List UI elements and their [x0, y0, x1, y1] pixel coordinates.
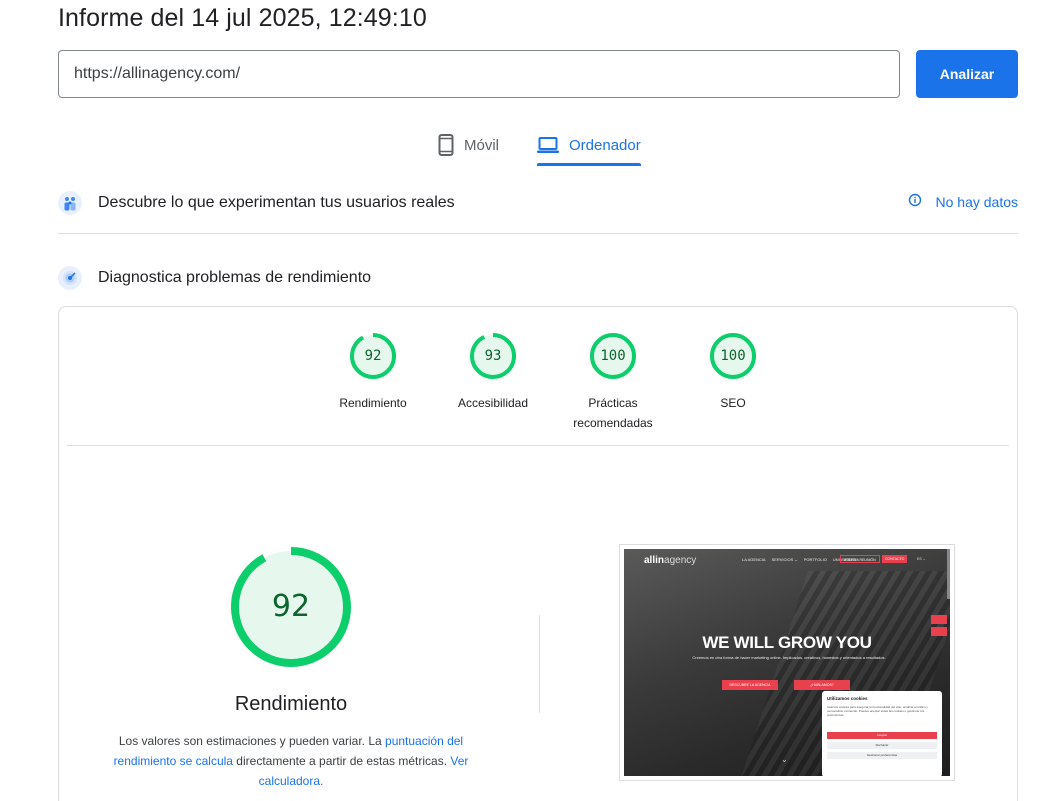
page-title: Informe del 14 jul 2025, 12:49:10 [58, 4, 427, 32]
performance-gauge: 92 [231, 547, 351, 667]
gauge-best-practices[interactable]: 100 Prácticas recomendadas [563, 331, 663, 433]
tab-mobile-label: Móvil [464, 136, 500, 154]
desc-text-2: directamente a partir de estas métricas. [232, 754, 451, 768]
no-data-label: No hay datos [935, 193, 1019, 210]
gauge-ring: 100 [708, 331, 758, 381]
info-icon [908, 193, 922, 210]
screenshot-meeting-button: AGENDA REUNIÓN [840, 555, 880, 563]
gauge-label: Accesibilidad [457, 396, 529, 410]
lab-data-title: Diagnostica problemas de rendimiento [98, 269, 372, 286]
tab-desktop-label: Ordenador [569, 136, 641, 154]
gauge-label: Rendimiento [339, 396, 407, 410]
gauge-ring: 93 [468, 331, 518, 381]
laptop-icon [537, 136, 559, 154]
section-divider [58, 233, 1018, 234]
users-icon [58, 191, 82, 215]
gauge-ring: 92 [348, 331, 398, 381]
performance-score: 92 [271, 589, 311, 624]
gauge-accessibility[interactable]: 93 Accesibilidad [443, 331, 543, 413]
tab-desktop[interactable]: Ordenador [537, 124, 641, 166]
screenshot-contact-button: CONTACTO [882, 555, 908, 563]
screenshot-side-icons [931, 615, 947, 639]
gauge-label: Prácticas recomendadas [573, 396, 653, 430]
tab-mobile[interactable]: Móvil [438, 124, 499, 166]
url-input[interactable] [58, 50, 900, 98]
screenshot-lang: ES ⌄ [917, 557, 926, 561]
analyze-button[interactable]: Analizar [916, 50, 1018, 98]
screenshot-image: allinagency LA AGENCIA SERVICIOS ⌄ PORTF… [624, 549, 950, 776]
gauge-score: 100 [720, 348, 746, 364]
card-divider [67, 445, 1009, 446]
report-card: 92 Rendimiento 93 Accesibilidad 100 Prác… [58, 306, 1018, 801]
screenshot-hero-button-1: DESCUBRE LA AGENCIA [722, 680, 778, 690]
scroll-down-icon: ⌄ [781, 755, 788, 764]
no-data-link[interactable]: No hay datos [908, 193, 1019, 210]
smartphone-icon [438, 134, 454, 156]
gauge-seo[interactable]: 100 SEO [683, 331, 783, 413]
gauge-label: SEO [720, 396, 746, 410]
field-data-title: Descubre lo que experimentan tus usuario… [98, 194, 455, 211]
diagnostics-icon [58, 266, 82, 290]
performance-description: Los valores son estimaciones y pueden va… [111, 731, 471, 791]
gauge-score: 92 [364, 348, 382, 364]
lab-data-section: Diagnostica problemas de rendimiento [58, 265, 1018, 291]
screenshot-hero-title: WE WILL GROW YOU [702, 633, 872, 652]
performance-label: Rendimiento [234, 693, 348, 715]
gauge-score: 100 [600, 348, 626, 364]
gauge-ring: 100 [588, 331, 638, 381]
desc-text-1: Los valores son estimaciones y pueden va… [118, 734, 386, 748]
gauge-score: 93 [484, 348, 502, 364]
gauge-performance[interactable]: 92 Rendimiento [323, 331, 423, 413]
page-screenshot: allinagency LA AGENCIA SERVICIOS ⌄ PORTF… [619, 544, 955, 781]
vertical-divider [539, 615, 540, 713]
screenshot-hero-sub: Creemos en otra forma de hacer marketing… [692, 655, 886, 660]
screenshot-cookie-banner: Utilizamos cookies Usamos cookies para a… [822, 691, 942, 776]
category-gauges: 92 Rendimiento 93 Accesibilidad 100 Prác… [323, 331, 756, 451]
field-data-section: Descubre lo que experimentan tus usuario… [58, 190, 1018, 216]
screenshot-hero-button-2: ¿HABLAMOS? [794, 680, 850, 690]
screenshot-logo: allinagency [644, 554, 697, 566]
device-tabs: Móvil Ordenador [0, 124, 1052, 166]
